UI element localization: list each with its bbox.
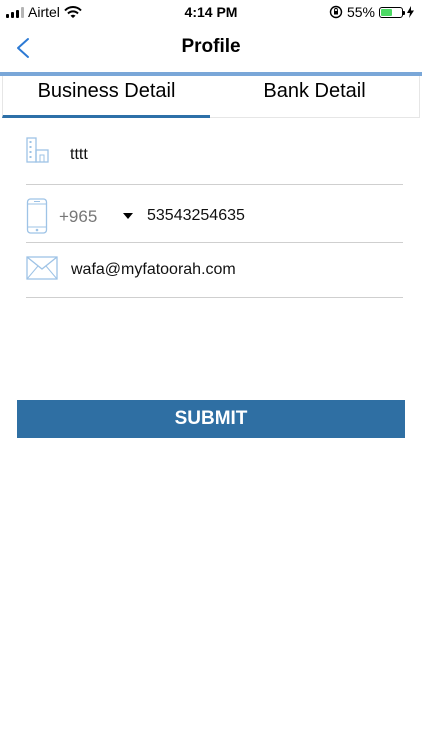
phone-row: +965 53543254635: [26, 196, 403, 243]
business-name-field[interactable]: tttt: [70, 146, 88, 164]
building-icon: [26, 137, 49, 163]
email-row: wafa@myfatoorah.com: [26, 252, 403, 298]
email-field[interactable]: wafa@myfatoorah.com: [71, 261, 236, 279]
phone-number-field[interactable]: 53543254635: [147, 207, 245, 225]
page-title: Profile: [181, 36, 241, 57]
tab-label: Bank Detail: [263, 80, 366, 102]
submit-button[interactable]: SUBMIT: [17, 400, 405, 438]
envelope-icon: [26, 256, 58, 280]
charging-bolt-icon: [407, 6, 414, 18]
status-right: 55%: [329, 4, 414, 20]
orientation-lock-icon: [329, 5, 343, 19]
tab-label: Business Detail: [37, 80, 176, 102]
navigation-bar: Profile: [0, 24, 422, 72]
caret-down-icon[interactable]: [123, 213, 133, 219]
battery-percent: 55%: [346, 4, 375, 20]
tab-bar: Business Detail Bank Detail: [0, 76, 422, 118]
battery-icon: [379, 6, 405, 18]
tab-business-detail[interactable]: Business Detail: [2, 76, 210, 118]
country-code-select[interactable]: +965: [59, 207, 97, 227]
tab-bank-detail[interactable]: Bank Detail: [210, 76, 420, 118]
mobile-phone-icon: [26, 198, 48, 234]
status-bar: Airtel 4:14 PM 55%: [0, 0, 422, 24]
business-name-row: tttt: [26, 132, 403, 185]
